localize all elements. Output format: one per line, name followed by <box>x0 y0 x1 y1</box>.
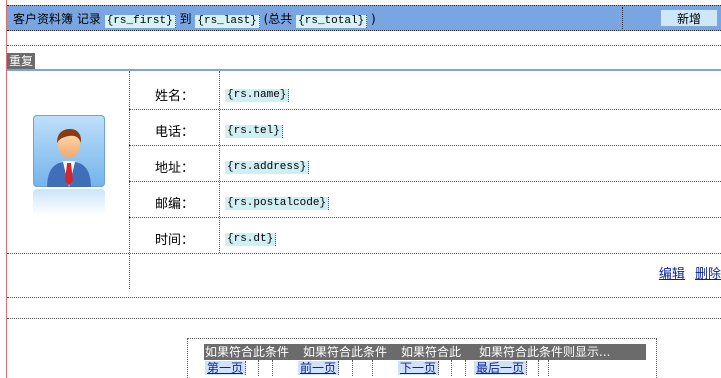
pager-separator <box>451 360 452 376</box>
header-divider <box>622 7 623 29</box>
tel-placeholder: {rs.tel} <box>225 125 283 138</box>
condition-text: 如果符合此条件 <box>302 344 400 360</box>
address-placeholder: {rs.address} <box>225 161 310 174</box>
pager-separator <box>465 360 466 376</box>
delete-link[interactable]: 删除 <box>695 267 721 282</box>
time-value: {rs.dt} <box>225 230 277 246</box>
next-page-link[interactable]: 下一页 <box>398 360 440 376</box>
divider <box>7 297 721 298</box>
record-label: 记录 <box>76 12 101 26</box>
prev-page-label: 前一页 <box>298 361 340 375</box>
rs-total-placeholder: {rs_total} <box>296 15 368 28</box>
row-divider <box>129 109 721 110</box>
name-placeholder: {rs.name} <box>225 89 290 102</box>
pager-separator <box>372 360 373 376</box>
conditional-row: 如果符合此条件 如果符合此条件 如果符合此 如果符合此条件则显示... <box>204 344 646 360</box>
row-divider <box>129 145 721 146</box>
name-label: 姓名： <box>155 89 195 104</box>
header-bar: 客户资料簿 记录 {rs_first} 到 {rs_last} (总共 {rs_… <box>7 5 721 31</box>
edit-link[interactable]: 编辑 <box>659 267 685 282</box>
next-page-label: 下一页 <box>398 361 440 375</box>
header-title: 客户资料簿 <box>13 12 74 26</box>
header-record-info: 客户资料簿 记录 {rs_first} 到 {rs_last} (总共 {rs_… <box>13 10 376 28</box>
condition-text: 如果符合此条件 <box>204 344 302 360</box>
add-button[interactable]: 新增 <box>660 9 718 27</box>
name-value: {rs.name} <box>225 86 290 102</box>
address-label: 地址： <box>155 161 195 176</box>
user-avatar-icon <box>33 115 105 187</box>
pager-separator <box>538 360 539 376</box>
last-page-label: 最后一页 <box>474 361 528 375</box>
total-suffix: ) <box>370 12 376 26</box>
first-page-label: 第一页 <box>205 361 247 375</box>
rs-first-placeholder: {rs_first} <box>104 15 176 28</box>
postalcode-placeholder: {rs.postalcode} <box>225 197 330 210</box>
record-block: 姓名： {rs.name} 电话： {rs.tel} 地址： {rs.addre… <box>7 69 721 289</box>
first-page-link[interactable]: 第一页 <box>205 360 247 376</box>
record-actions: 编辑 删除 <box>653 263 721 282</box>
postalcode-value: {rs.postalcode} <box>225 194 330 210</box>
prev-page-link[interactable]: 前一页 <box>298 360 340 376</box>
condition-text: 如果符合此 <box>400 344 478 360</box>
address-value: {rs.address} <box>225 158 310 174</box>
condition-text: 如果符合此条件则显示... <box>478 344 646 360</box>
pager-separator <box>272 360 273 376</box>
total-prefix: (总共 <box>263 12 293 26</box>
column-divider <box>129 71 130 289</box>
to-label: 到 <box>179 12 192 26</box>
tel-label: 电话： <box>155 125 195 140</box>
pager-separator <box>548 360 549 376</box>
row-divider <box>7 253 721 254</box>
column-divider <box>219 71 220 253</box>
rs-last-placeholder: {rs_last} <box>195 15 260 28</box>
tel-value: {rs.tel} <box>225 122 283 138</box>
time-label: 时间： <box>155 233 195 248</box>
pager-separator <box>258 360 259 376</box>
last-page-link[interactable]: 最后一页 <box>474 360 528 376</box>
repeat-region-tag: 重复 <box>7 53 36 69</box>
row-divider <box>129 217 721 218</box>
row-divider <box>129 181 721 182</box>
postalcode-label: 邮编： <box>155 197 195 212</box>
pager-separator <box>352 360 353 376</box>
avatar-reflection <box>33 189 105 215</box>
divider <box>7 45 721 46</box>
time-placeholder: {rs.dt} <box>225 233 277 246</box>
divider <box>7 318 721 319</box>
